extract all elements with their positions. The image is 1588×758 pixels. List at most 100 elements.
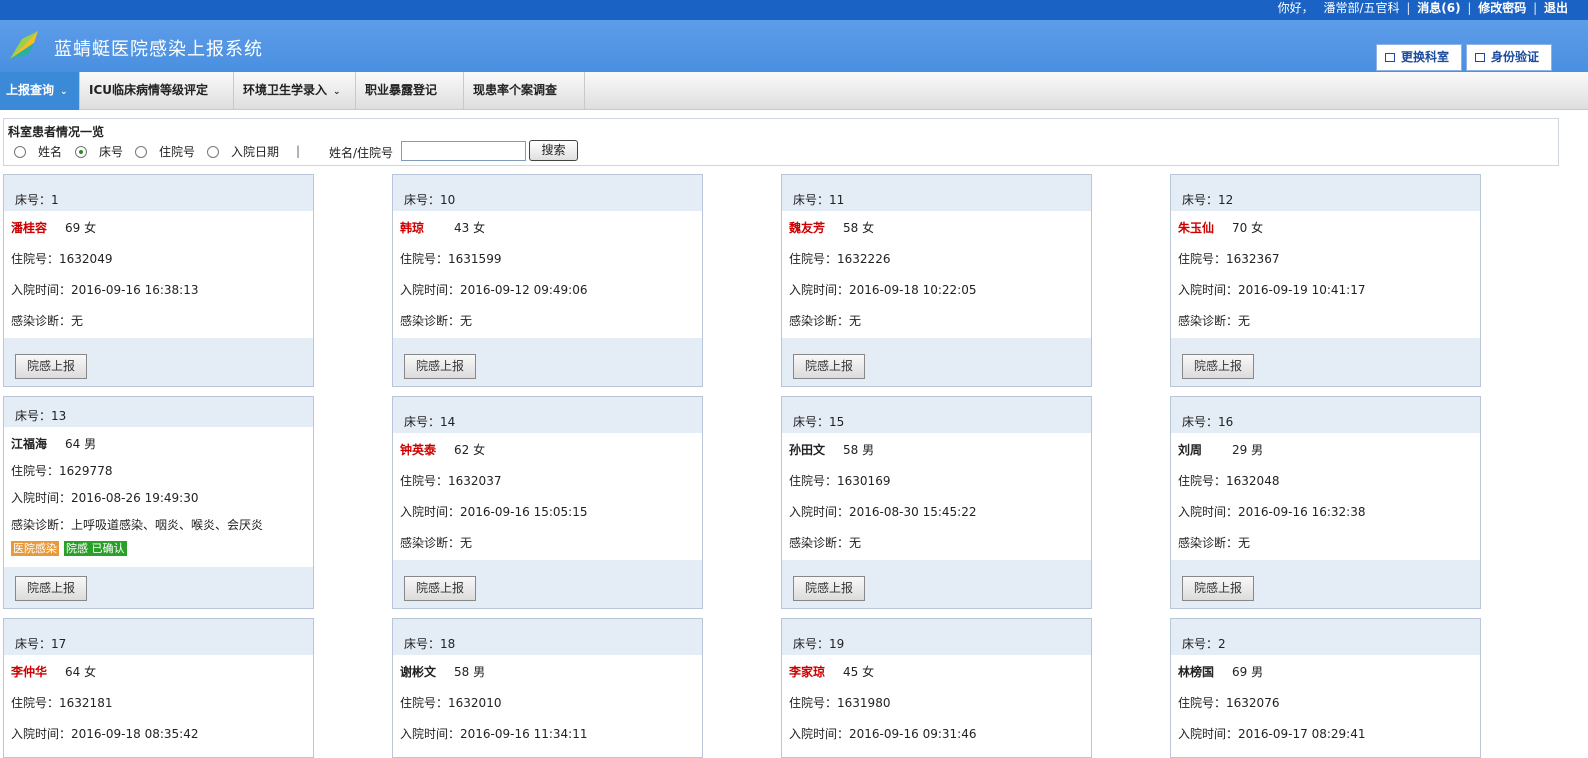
filter-divider: | [296,144,301,158]
admit-time: 入院时间：2016-09-17 08:29:41 [1178,727,1366,741]
infection-diagnosis: 感染诊断：无 [789,314,862,328]
admit-time: 入院时间：2016-08-26 19:49:30 [11,491,199,505]
patient-card: 床号：11 魏友芳 58 女住院号：1632226 入院时间：2016-09-18 1… [781,174,1092,387]
patient-age-sex: 69 男 [1232,665,1264,679]
bed-number: 床号：13 [15,409,67,423]
infection-diagnosis: 感染诊断：无 [400,536,473,550]
admit-time: 入院时间：2016-09-16 09:31:46 [789,727,977,741]
inpatient-number: 住院号：1631980 [789,696,891,710]
infection-report-button[interactable]: 院感上报 [1182,576,1254,601]
bed-number: 床号：17 [15,637,67,651]
change-password-link[interactable]: 修改密码 [1478,0,1526,16]
patient-name[interactable]: 魏友芳 [789,219,825,236]
inpatient-number: 住院号：1632181 [11,696,113,710]
infection-report-button[interactable]: 院感上报 [404,354,476,379]
patient-age-sex: 58 男 [454,665,486,679]
bed-number: 床号：16 [1182,415,1234,429]
card-footer: 院感上报 [1171,560,1480,608]
patient-name[interactable]: 钟英泰 [400,441,436,458]
status-tags: 医院感染 院感 已确认 [11,541,211,556]
patient-age-sex: 62 女 [454,443,486,457]
radio-name[interactable]: 姓名 [14,144,62,160]
top-bar: 你好， 潘常部/五官科 | 消息(6) | 修改密码 | 退出 [0,0,1588,20]
radio-circle-icon [207,146,219,158]
card-footer: 院感上报 [393,338,702,386]
messages-link[interactable]: 消息(6) [1417,0,1460,16]
patient-name[interactable]: 谢彬文 [400,663,436,680]
patient-name[interactable]: 朱玉仙 [1178,219,1214,236]
radio-bed[interactable]: 床号 [75,144,123,160]
admit-time: 入院时间：2016-09-16 16:32:38 [1178,505,1366,519]
inpatient-number: 住院号：1632010 [400,696,502,710]
logout-link[interactable]: 退出 [1544,0,1568,16]
bed-number: 床号：11 [793,193,845,207]
infection-report-button[interactable]: 院感上报 [15,576,87,601]
card-footer: 院感上报 [782,338,1091,386]
patient-age-sex: 58 女 [843,221,875,235]
patient-age-sex: 64 男 [65,437,97,451]
nav-report-query[interactable]: 上报查询 ⌄ [0,72,80,110]
patient-card: 床号：10 韩琼 43 女住院号：1631599 入院时间：2016-09-12 09… [392,174,703,387]
patient-name[interactable]: 刘周 [1178,441,1202,458]
infection-diagnosis: 感染诊断：无 [400,314,473,328]
infection-diagnosis: 感染诊断：上呼吸道感染、咽炎、喉炎、会厌炎 [11,518,264,532]
nav-prevalence-survey[interactable]: 现患率个案调查 [464,72,585,110]
bed-number: 床号：14 [404,415,456,429]
change-department-button[interactable]: 更换科室 [1376,44,1462,71]
radio-circle-icon [75,146,87,158]
infection-diagnosis: 感染诊断：无 [11,314,84,328]
admit-time: 入院时间：2016-08-30 15:45:22 [789,505,977,519]
patient-name[interactable]: 韩琼 [400,219,424,236]
radio-circle-icon [135,146,147,158]
bed-number: 床号：10 [404,193,456,207]
infection-report-button[interactable]: 院感上报 [793,576,865,601]
search-button[interactable]: 搜索 [529,140,578,161]
card-footer: 院感上报 [1171,338,1480,386]
search-input[interactable] [401,141,526,161]
infection-report-button[interactable]: 院感上报 [15,354,87,379]
patient-card: 床号：13 江福海 64 男住院号：1629778 入院时间：2016-08-26 1… [3,396,314,609]
nav-occupational-exposure[interactable]: 职业暴露登记 [356,72,464,110]
admit-time: 入院时间：2016-09-12 09:49:06 [400,283,588,297]
patient-name[interactable]: 林榜国 [1178,663,1214,680]
infection-diagnosis: 感染诊断：无 [1178,314,1251,328]
infection-report-button[interactable]: 院感上报 [404,576,476,601]
card-footer: 院感上报 [782,560,1091,608]
inpatient-number: 住院号：1632226 [789,252,891,266]
filter-panel: 科室患者情况一览 姓名 床号 住院号 入院日期 | 姓名/住院号 搜索 [3,118,1559,166]
patient-name[interactable]: 孙田文 [789,441,825,458]
patient-age-sex: 45 女 [843,665,875,679]
chevron-down-icon: ⌄ [333,87,341,97]
inpatient-number: 住院号：1632076 [1178,696,1280,710]
admit-time: 入院时间：2016-09-18 08:35:42 [11,727,199,741]
patient-name[interactable]: 潘桂容 [11,219,47,236]
patient-age-sex: 43 女 [454,221,486,235]
bed-number: 床号：18 [404,637,456,651]
inpatient-number: 住院号：1632049 [11,252,113,266]
radio-inpatient-no[interactable]: 住院号 [135,144,195,160]
infection-report-button[interactable]: 院感上报 [793,354,865,379]
patient-name[interactable]: 李仲华 [11,663,47,680]
card-footer: 院感上报 [4,338,313,386]
bed-number: 床号：12 [1182,193,1234,207]
current-user: 潘常部/五官科 [1323,1,1400,15]
search-label: 姓名/住院号 [329,146,394,160]
patient-card: 床号：17 李仲华 64 女住院号：1632181 入院时间：2016-09-18 0… [3,618,314,758]
patient-card: 床号：16 刘周 29 男住院号：1632048 入院时间：2016-09-16 16… [1170,396,1481,609]
patient-name[interactable]: 李家琼 [789,663,825,680]
patient-card: 床号：14 钟英泰 62 女住院号：1632037 入院时间：2016-09-16 1… [392,396,703,609]
card-footer: 院感上报 [393,560,702,608]
patient-card: 床号：18 谢彬文 58 男住院号：1632010 入院时间：2016-09-16 1… [392,618,703,758]
nav-environment-hygiene[interactable]: 环境卫生学录入 ⌄ [234,72,356,110]
infection-diagnosis: 感染诊断：无 [789,536,862,550]
status-badge: 院感 已确认 [64,541,127,556]
dragonfly-logo-icon [10,31,38,59]
radio-admit-date[interactable]: 入院日期 [207,144,279,160]
identity-verify-button[interactable]: 身份验证 [1466,44,1552,71]
admit-time: 入院时间：2016-09-18 10:22:05 [789,283,977,297]
patient-name[interactable]: 江福海 [11,435,47,452]
infection-report-button[interactable]: 院感上报 [1182,354,1254,379]
inpatient-number: 住院号：1632037 [400,474,502,488]
nav-icu-grading[interactable]: ICU临床病情等级评定 [80,72,234,110]
admit-time: 入院时间：2016-09-16 15:05:15 [400,505,588,519]
